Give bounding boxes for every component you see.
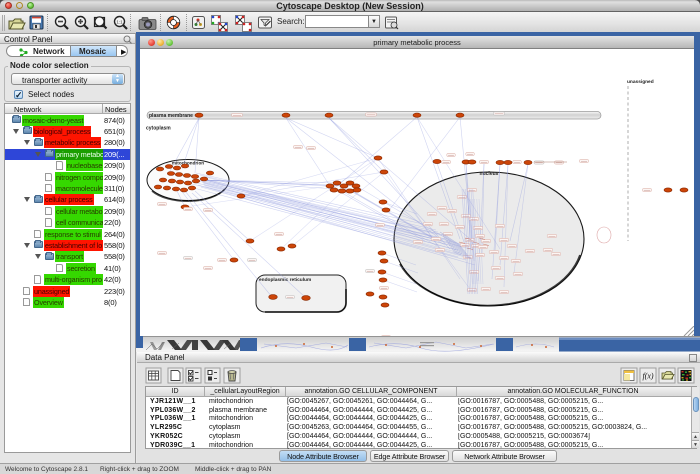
svg-text:plasma membrane: plasma membrane xyxy=(149,113,193,119)
svg-text:nucleus: nucleus xyxy=(480,171,499,177)
svg-text:1:1: 1:1 xyxy=(116,20,123,25)
svg-text:endoplasmic reticulum: endoplasmic reticulum xyxy=(259,277,311,283)
svg-text:unassigned: unassigned xyxy=(627,79,654,85)
svg-text:cytoplasm: cytoplasm xyxy=(146,126,171,132)
svg-text:f(x): f(x) xyxy=(642,372,653,381)
